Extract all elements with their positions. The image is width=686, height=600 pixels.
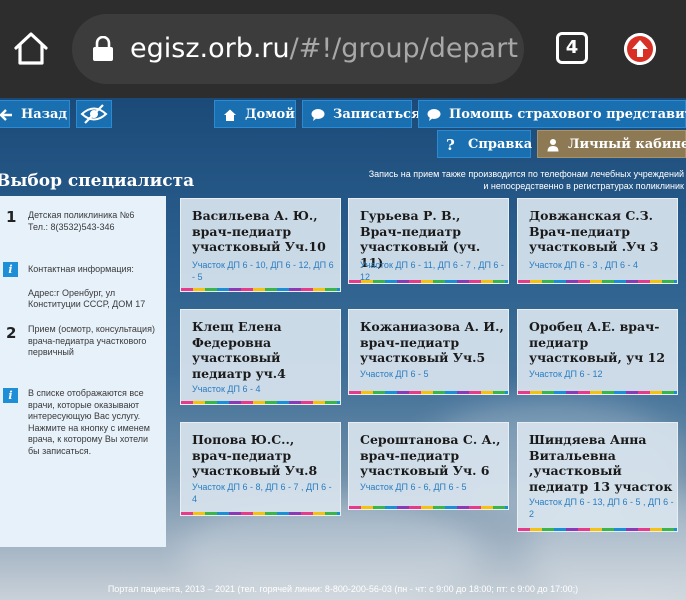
chat-bubble-icon (311, 109, 325, 121)
lock-icon (93, 36, 113, 61)
back-button[interactable]: Назад (0, 100, 70, 128)
doctor-card[interactable]: Оробец А.Е. врач-педиатр участковый, уч … (517, 309, 678, 395)
doctor-name: Довжанская С.З. Врач-педиатр участковый … (529, 208, 659, 254)
info-icon: i (3, 388, 18, 403)
home-icon[interactable] (12, 30, 50, 68)
doctor-card[interactable]: Довжанская С.З. Врач-педиатр участковый … (517, 198, 678, 284)
home-button[interactable]: Домой (214, 100, 296, 128)
doctor-name: Сероштанова С. А., врач-педиатр участков… (360, 432, 501, 478)
service-info: Прием (осмотр, консультация) врача-педиа… (28, 324, 155, 357)
chat-bubble-icon (427, 109, 441, 121)
personal-cabinet-button[interactable]: Личный кабинет (537, 130, 686, 158)
address-bar[interactable]: egisz.orb.ru/#!/group/depart (72, 14, 524, 84)
visually-impaired-button[interactable] (76, 100, 112, 128)
doctor-card[interactable]: Васильева А. Ю., врач-педиатр участковый… (180, 198, 341, 292)
doctor-card[interactable]: Попова Ю.С.., врач-педиатр участковый Уч… (180, 422, 341, 516)
doctor-card[interactable]: Сероштанова С. А., врач-педиатр участков… (348, 422, 509, 510)
doctor-card[interactable]: Шиндяева Анна Витальевна ,участковый пед… (517, 422, 678, 532)
doctor-area: Участок ДП 6 - 12 (529, 369, 603, 379)
help-button[interactable]: ? Справка (437, 130, 532, 158)
doctor-name: Клещ Елена Федеровна участковый педиатр … (192, 319, 286, 381)
browser-toolbar: egisz.orb.ru/#!/group/depart 4 (0, 0, 686, 98)
info-sidebar: 1 Детская поликлиника №6 Тел.: 8(3532)54… (0, 196, 166, 547)
doctor-area: Участок ДП 6 - 13, ДП 6 - 5 , ДП 6 - 2 (529, 497, 674, 519)
step-number: 2 (6, 324, 17, 342)
doctor-card[interactable]: Кожаниазова А. И., врач-педиатр участков… (348, 309, 509, 395)
eye-icon (80, 104, 108, 124)
url-text: egisz.orb.ru/#!/group/depart (130, 33, 518, 64)
doctor-area: Участок ДП 6 - 4 (192, 384, 261, 394)
question-icon: ? (446, 136, 455, 154)
clinic-info: Детская поликлиника №6 Тел.: 8(3532)543-… (28, 210, 135, 232)
page-title: Выбор специалиста (0, 171, 195, 191)
doctor-card[interactable]: Клещ Елена Федеровна участковый педиатр … (180, 309, 341, 405)
info-icon: i (3, 262, 18, 277)
tab-switcher-button[interactable]: 4 (556, 32, 588, 64)
page: Назад Домой Записаться Помощь страхового… (0, 98, 686, 600)
doctor-name: Оробец А.Е. врач-педиатр участковый, уч … (529, 319, 666, 365)
doctor-area: Участок ДП 6 - 8, ДП 6 - 7 , ДП 6 - 4 (192, 482, 332, 504)
doctor-name: Попова Ю.С.., врач-педиатр участковый Уч… (192, 432, 318, 478)
doctor-area: Участок ДП 6 - 10, ДП 6 - 12, ДП 6 - 5 (192, 260, 334, 282)
appointment-notice: Запись на прием также производится по те… (368, 169, 684, 191)
step-number: 1 (6, 208, 17, 226)
doctor-name: Кожаниазова А. И., врач-педиатр участков… (360, 319, 504, 365)
update-icon[interactable] (624, 33, 656, 65)
doctor-card[interactable]: Гурьева Р. В., Врач-педиатр участковый (… (348, 198, 509, 284)
doctor-name: Шиндяева Анна Витальевна ,участковый пед… (529, 432, 673, 494)
contact-info: Контактная информация: Адрес:г Оренбург,… (28, 264, 146, 309)
doctor-area: Участок ДП 6 - 5 (360, 369, 429, 379)
doctor-name: Васильева А. Ю., врач-педиатр участковый… (192, 208, 326, 254)
doctor-area: Участок ДП 6 - 3 , ДП 6 - 4 (529, 260, 639, 270)
user-icon (547, 139, 559, 152)
insurance-help-button[interactable]: Помощь страхового представителя (418, 100, 686, 128)
signup-button[interactable]: Записаться (302, 100, 421, 128)
arrow-left-icon (0, 109, 12, 121)
house-icon (224, 109, 236, 121)
doctor-area: Участок ДП 6 - 6, ДП 6 - 5 (360, 482, 467, 492)
footer: Портал пациента, 2013 – 2021 (тел. горяч… (107, 584, 579, 594)
hint-text: В списке отображаются все врачи, которые… (28, 388, 150, 456)
